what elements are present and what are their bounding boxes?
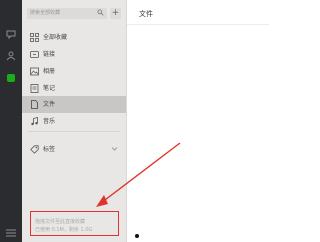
annotation-arrow (96, 142, 181, 207)
favorites-window: 搜索全部收藏 + 全部收藏 链接 相册 笔记 文件 音乐 标签 拖拽文件至此直接… (0, 0, 269, 242)
mouse-cursor (135, 234, 139, 238)
